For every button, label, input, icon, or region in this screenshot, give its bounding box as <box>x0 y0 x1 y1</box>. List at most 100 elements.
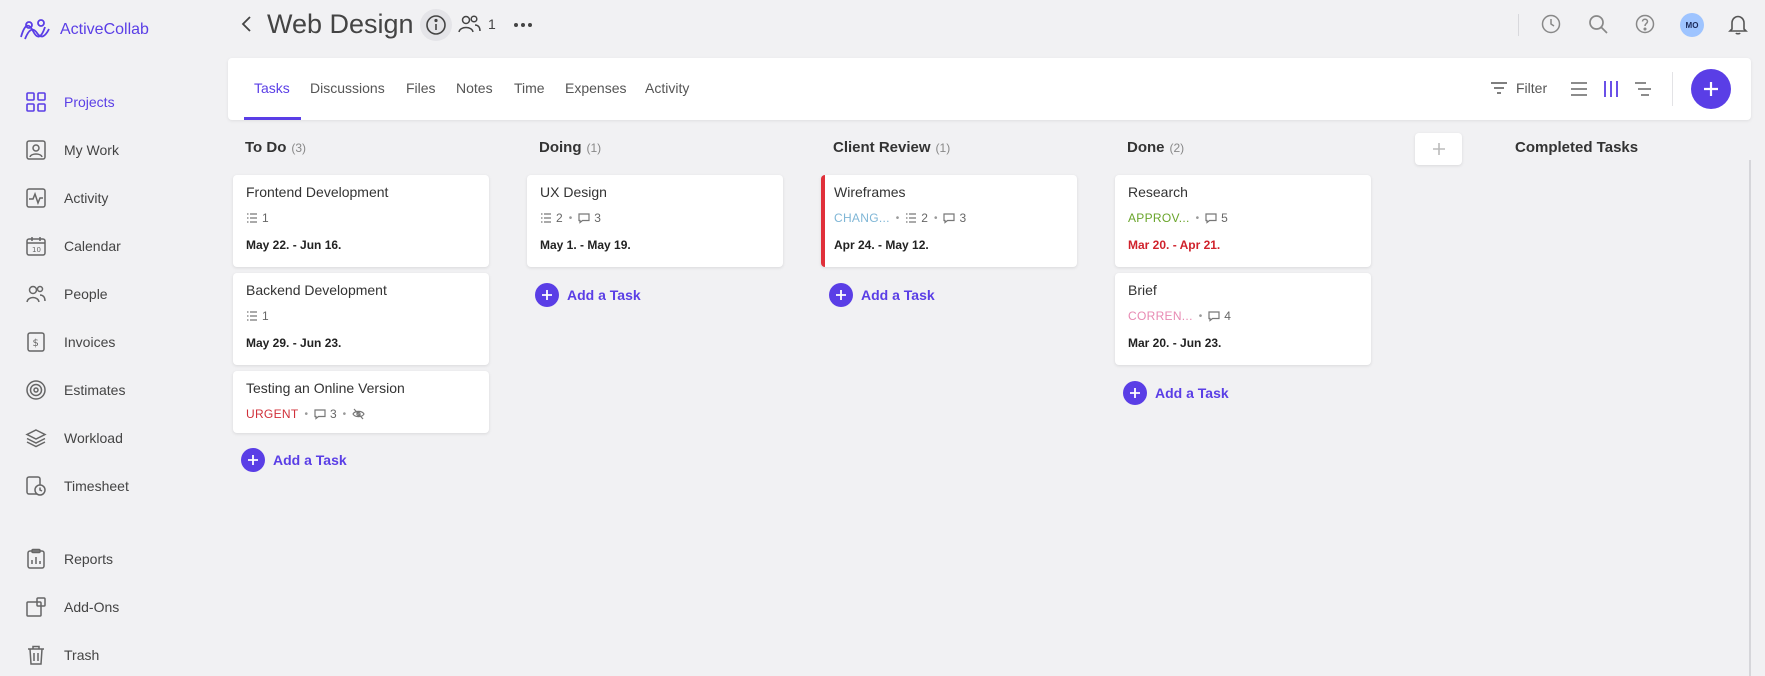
subtasks-list-icon <box>540 212 552 224</box>
user-avatar[interactable]: MO <box>1680 13 1704 37</box>
column-header-todo: To Do (3) <box>245 139 306 156</box>
timer-icon[interactable] <box>1540 13 1562 35</box>
sidebar-item-projects[interactable]: Projects <box>24 89 115 115</box>
task-label-approved: APPROV... <box>1128 211 1190 225</box>
plus-circle-icon <box>241 448 265 472</box>
sidebar-item-reports[interactable]: Reports <box>24 546 113 572</box>
subtasks-list-icon <box>905 212 917 224</box>
add-new-button[interactable] <box>1691 69 1731 109</box>
add-task-label: Add a Task <box>567 287 641 303</box>
workload-layers-icon <box>24 426 48 450</box>
tab-time[interactable]: Time <box>514 80 545 96</box>
timesheet-clock-icon <box>24 474 48 498</box>
sidebar-item-label: My Work <box>64 142 119 158</box>
more-options-icon[interactable] <box>512 14 534 36</box>
add-task-button[interactable]: Add a Task <box>535 283 641 307</box>
timeline-view-icon[interactable] <box>1632 78 1654 100</box>
sidebar-item-workload[interactable]: Workload <box>24 425 123 451</box>
comment-icon <box>578 212 590 224</box>
sidebar-item-estimates[interactable]: Estimates <box>24 377 125 403</box>
task-date-range: May 1. - May 19. <box>540 238 631 252</box>
tab-tasks[interactable]: Tasks <box>254 80 290 96</box>
sidebar-item-invoices[interactable]: $ Invoices <box>24 329 115 355</box>
app-logo[interactable]: ActiveCollab <box>19 17 149 43</box>
sidebar-item-label: Invoices <box>64 334 116 350</box>
task-card[interactable]: Frontend Development 1 May 22. - Jun 16. <box>233 175 489 267</box>
sidebar-item-my-work[interactable]: My Work <box>24 137 119 163</box>
page-title: Web Design <box>267 9 414 39</box>
svg-text:$: $ <box>33 338 39 349</box>
filter-icon <box>1490 79 1508 97</box>
sidebar-item-label: Trash <box>64 647 100 663</box>
column-header-done: Done (2) <box>1127 139 1184 156</box>
task-card[interactable]: Research APPROV... • 5 Mar 20. - Apr 21. <box>1115 175 1371 267</box>
notifications-bell-icon[interactable] <box>1727 13 1749 35</box>
task-title: Frontend Development <box>246 184 389 200</box>
tab-notes[interactable]: Notes <box>456 80 493 96</box>
task-meta: CORREN... • 4 <box>1128 309 1231 323</box>
comments-count: 5 <box>1205 211 1228 225</box>
activity-pulse-icon <box>24 186 48 210</box>
list-view-icon[interactable] <box>1568 78 1590 100</box>
sidebar-item-label: People <box>64 286 108 302</box>
task-title: Wireframes <box>834 184 906 200</box>
sidebar-item-trash[interactable]: Trash <box>24 642 99 668</box>
task-meta: CHANG... • 2 • 3 <box>834 211 967 225</box>
add-task-button[interactable]: Add a Task <box>829 283 935 307</box>
board-scrollbar[interactable] <box>1749 160 1751 676</box>
subtasks-count: 1 <box>246 211 269 225</box>
filter-button[interactable]: Filter <box>1490 79 1547 97</box>
members-button[interactable]: 1 <box>458 14 496 34</box>
comment-icon <box>943 212 956 224</box>
completed-tasks-header[interactable]: Completed Tasks <box>1515 139 1638 156</box>
subtasks-list-icon <box>246 212 258 224</box>
column-view-icon[interactable] <box>1600 78 1622 100</box>
sidebar-item-activity[interactable]: Activity <box>24 185 108 211</box>
sidebar-item-timesheet[interactable]: Timesheet <box>24 473 129 499</box>
plus-icon <box>1702 80 1720 98</box>
tab-activity[interactable]: Activity <box>645 80 689 96</box>
sidebar-item-add-ons[interactable]: Add-Ons <box>24 594 119 620</box>
task-meta: 2 • 3 <box>540 211 601 225</box>
column-title: To Do <box>245 139 287 156</box>
sidebar-item-label: Add-Ons <box>64 599 120 615</box>
task-card[interactable]: Testing an Online Version URGENT • 3 • <box>233 371 489 433</box>
tab-expenses[interactable]: Expenses <box>565 80 626 96</box>
sidebar-item-people[interactable]: People <box>24 281 108 307</box>
tab-files[interactable]: Files <box>406 80 436 96</box>
add-task-button[interactable]: Add a Task <box>241 448 347 472</box>
comments-count: 3 <box>578 211 601 225</box>
back-arrow-icon[interactable] <box>237 14 257 34</box>
task-meta: APPROV... • 5 <box>1128 211 1228 225</box>
sidebar-item-label: Reports <box>64 551 114 567</box>
project-header: Web Design 1 MO <box>225 0 1765 50</box>
task-date-range: May 29. - Jun 23. <box>246 336 342 350</box>
task-card[interactable]: Backend Development 1 May 29. - Jun 23. <box>233 273 489 365</box>
task-title: Testing an Online Version <box>246 380 405 396</box>
calendar-icon: 10 <box>24 234 48 258</box>
sidebar-item-calendar[interactable]: 10 Calendar <box>24 233 121 259</box>
members-count: 1 <box>488 16 496 32</box>
subtasks-count: 1 <box>246 309 269 323</box>
column-title: Client Review <box>833 139 931 156</box>
tab-discussions[interactable]: Discussions <box>310 80 385 96</box>
help-icon[interactable] <box>1634 13 1656 35</box>
search-icon[interactable] <box>1587 13 1609 35</box>
add-column-button[interactable] <box>1415 133 1462 165</box>
subtasks-count: 2 <box>905 211 928 225</box>
column-title: Doing <box>539 139 582 156</box>
add-task-button[interactable]: Add a Task <box>1123 381 1229 405</box>
column-count: (3) <box>291 141 307 155</box>
task-card[interactable]: Brief CORREN... • 4 Mar 20. - Jun 23. <box>1115 273 1371 365</box>
app-name: ActiveCollab <box>60 21 149 38</box>
task-meta: 1 <box>246 309 269 323</box>
project-tabs-bar: Tasks Discussions Files Notes Time Expen… <box>228 58 1751 120</box>
task-card[interactable]: UX Design 2 • 3 May 1. - May 19. <box>527 175 783 267</box>
column-title: Done <box>1127 139 1165 156</box>
reports-clipboard-icon <box>24 547 48 571</box>
info-button[interactable] <box>420 9 452 41</box>
svg-text:10: 10 <box>32 246 41 254</box>
task-card[interactable]: Wireframes CHANG... • 2 • 3 Apr 24. - Ma… <box>821 175 1077 267</box>
task-date-range: Mar 20. - Apr 21. <box>1128 238 1221 252</box>
sidebar-item-label: Timesheet <box>64 478 129 494</box>
